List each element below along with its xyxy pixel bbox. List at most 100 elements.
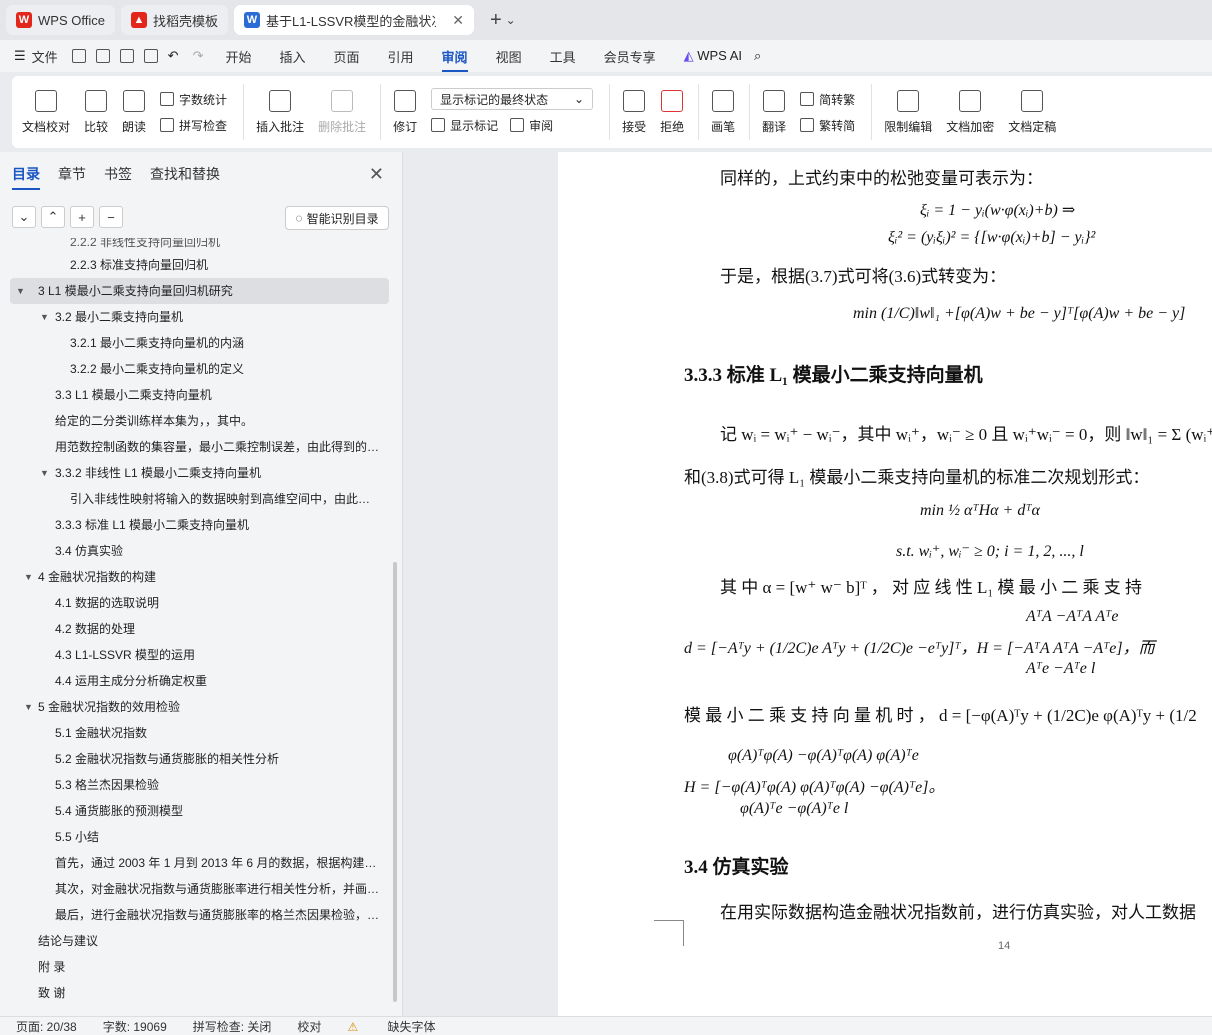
toc-item[interactable]: 3.3 L1 模最小二乘支持向量机 (0, 382, 395, 408)
toc-item[interactable]: 结论与建议 (0, 928, 395, 954)
toc-item[interactable]: 4.3 L1-LSSVR 模型的运用 (0, 642, 395, 668)
toc-item[interactable]: 给定的二分类训练样本集为，，其中。 (0, 408, 390, 434)
wordcount-button[interactable]: 字数统计 (160, 86, 227, 112)
expand-icon[interactable]: ⌃ (41, 206, 65, 228)
spellcheck-status[interactable]: 拼写检查: 关闭 (193, 1018, 272, 1035)
proof-status[interactable]: 校对 (297, 1018, 321, 1035)
read-aloud-button[interactable]: 朗读 (122, 89, 146, 135)
menu-insert[interactable]: 插入 (280, 47, 306, 66)
menu-view[interactable]: 视图 (496, 47, 522, 66)
warning-icon: ⚠ (347, 1019, 359, 1034)
menu-tools[interactable]: 工具 (550, 47, 576, 66)
menu-page[interactable]: 页面 (334, 47, 360, 66)
export-icon[interactable] (95, 49, 110, 63)
markup-select[interactable]: 显示标记的最终状态 ⌄ (431, 88, 594, 110)
spellcheck-button[interactable]: 拼写检查 (160, 112, 227, 138)
toc-item[interactable]: 5.3 格兰杰因果检验 (0, 772, 395, 798)
toc-item[interactable]: 最后，进行金融状况指数与通货膨胀率的格兰杰因果检验，… (0, 902, 388, 928)
toc-item-selected[interactable]: ▼ 3 L1 模最小二乘支持向量回归机研究 (10, 278, 389, 304)
translate-icon (763, 89, 786, 112)
show-markup-button[interactable]: 显示标记 (450, 117, 498, 134)
caret-down-icon[interactable]: ▼ (24, 694, 33, 720)
translate-button[interactable]: 翻译 (762, 89, 786, 135)
toc-item[interactable]: 用范数控制函数的集容量，最小二乘控制误差，由此得到的… (0, 434, 388, 460)
encrypt-button[interactable]: 文档加密 (946, 89, 994, 135)
missing-font-status[interactable]: ⚠ 缺失字体 (347, 1018, 461, 1035)
undo-icon[interactable]: ↶ (168, 48, 179, 64)
toc-item[interactable]: ▼ 4 金融状况指数的构建 (0, 564, 395, 590)
chevron-down-icon[interactable]: ⌄ (506, 13, 516, 27)
caret-down-icon[interactable]: ▼ (40, 304, 49, 330)
compare-button[interactable]: 比较 (84, 89, 108, 135)
hamburger-icon[interactable]: ☰ (14, 48, 26, 64)
restrict-edit-button[interactable]: 限制编辑 (884, 89, 932, 135)
tab-chapters[interactable]: 章节 (58, 164, 86, 184)
toc-item[interactable]: 3.2.2 最小二乘支持向量机的定义 (0, 356, 395, 382)
add-level-icon[interactable]: + (70, 206, 94, 228)
toc-item[interactable]: 4.1 数据的选取说明 (0, 590, 395, 616)
toc-item[interactable]: 4.2 数据的处理 (0, 616, 395, 642)
new-tab-icon[interactable]: + (490, 9, 502, 32)
comment-icon (269, 89, 292, 112)
toc-item[interactable]: ▼ 5 金融状况指数的效用检验 (0, 694, 395, 720)
redo-icon[interactable]: ↷ (193, 48, 204, 64)
sidebar-scrollbar[interactable] (393, 562, 397, 1002)
toc-item[interactable]: 5.2 金融状况指数与通货膨胀的相关性分析 (0, 746, 395, 772)
menu-review[interactable]: 审阅 (441, 47, 468, 72)
toc-item[interactable]: 5.1 金融状况指数 (0, 720, 395, 746)
delete-comment-button[interactable]: 删除批注 (318, 89, 366, 135)
caret-down-icon[interactable]: ▼ (16, 278, 25, 304)
wordcount-icon (160, 92, 175, 106)
print-icon[interactable] (119, 49, 134, 63)
menu-start[interactable]: 开始 (225, 47, 251, 66)
toc-item[interactable]: 5.5 小结 (0, 824, 395, 850)
menu-vip[interactable]: 会员专享 (604, 47, 656, 66)
tab-document[interactable]: W 基于L1-LSSVR模型的金融状况 ✕ (233, 5, 474, 35)
finalize-button[interactable]: 文档定稿 (1008, 89, 1056, 135)
trad-to-simp-button[interactable]: 繁转简 (800, 112, 855, 138)
save-icon[interactable] (71, 49, 86, 63)
tab-template[interactable]: ▲ 找稻壳模板 (120, 5, 228, 35)
toc-item[interactable]: 致 谢 (0, 980, 395, 1006)
accept-button[interactable]: 接受 (622, 89, 646, 135)
remove-level-icon[interactable]: − (99, 206, 123, 228)
search-icon[interactable]: ⌕ (754, 48, 761, 64)
toc-item[interactable]: 3.2.1 最小二乘支持向量机的内涵 (0, 330, 395, 356)
insert-comment-button[interactable]: 插入批注 (256, 89, 304, 135)
toc-item[interactable]: 2.2.2 非线性支持向量回归机 (0, 238, 395, 252)
revise-button[interactable]: 修订 (393, 89, 417, 135)
tab-toc[interactable]: 目录 (12, 164, 40, 190)
page-indicator[interactable]: 页面: 20/38 (16, 1018, 77, 1035)
smart-toc-button[interactable]: ◌ 智能识别目录 (285, 206, 389, 230)
toc-item[interactable]: 4.4 运用主成分分析确定权重 (0, 668, 395, 694)
review-pane-button[interactable]: 审阅 (529, 117, 553, 134)
menu-file[interactable]: 文件 (32, 47, 58, 66)
document-page[interactable]: 同样的，上式约束中的松弛变量可表示为： ξᵢ = 1 − yᵢ(w·φ(xᵢ)+… (558, 152, 1212, 1016)
toc-item[interactable]: ▼ 3.2 最小二乘支持向量机 (0, 304, 395, 330)
tab-wps-office[interactable]: W WPS Office (6, 5, 115, 35)
caret-down-icon[interactable]: ▼ (24, 564, 33, 590)
collapse-icon[interactable]: ⌄ (12, 206, 36, 228)
word-count[interactable]: 字数: 19069 (103, 1018, 167, 1035)
caret-down-icon[interactable]: ▼ (40, 460, 49, 486)
toc-item[interactable]: ▼ 3.3.2 非线性 L1 模最小二乘支持向量机 (0, 460, 395, 486)
close-icon[interactable]: ✕ (369, 164, 384, 185)
toc-item[interactable]: 引入非线性映射将输入的数据映射到高维空间中，由此… (0, 486, 380, 512)
toc-item[interactable]: 2.2.3 标准支持向量回归机 (0, 252, 395, 278)
pen-button[interactable]: 画笔 (711, 89, 735, 135)
toc-item[interactable]: 其次，对金融状况指数与通货膨胀率进行相关性分析，并画… (0, 876, 388, 902)
toc-item[interactable]: 3.3.3 标准 L1 模最小二乘支持向量机 (0, 512, 395, 538)
simp-to-trad-button[interactable]: 简转繁 (800, 86, 855, 112)
wps-ai-button[interactable]: ◭ WPS AI (684, 48, 742, 64)
toc-item[interactable]: 5.4 通货膨胀的预测模型 (0, 798, 395, 824)
tab-find-replace[interactable]: 查找和替换 (150, 164, 220, 184)
toc-item[interactable]: 附 录 (0, 954, 395, 980)
toc-item[interactable]: 3.4 仿真实验 (0, 538, 395, 564)
close-tab-icon[interactable]: ✕ (452, 12, 464, 29)
print-preview-icon[interactable] (143, 49, 158, 63)
toc-item[interactable]: 首先，通过 2003 年 1 月到 2013 年 6 月的数据，根据构建… (0, 850, 388, 876)
menu-reference[interactable]: 引用 (388, 47, 414, 66)
tab-bookmarks[interactable]: 书签 (104, 164, 132, 184)
reject-button[interactable]: 拒绝 (660, 89, 684, 135)
proof-button[interactable]: 文档校对 (22, 89, 70, 135)
